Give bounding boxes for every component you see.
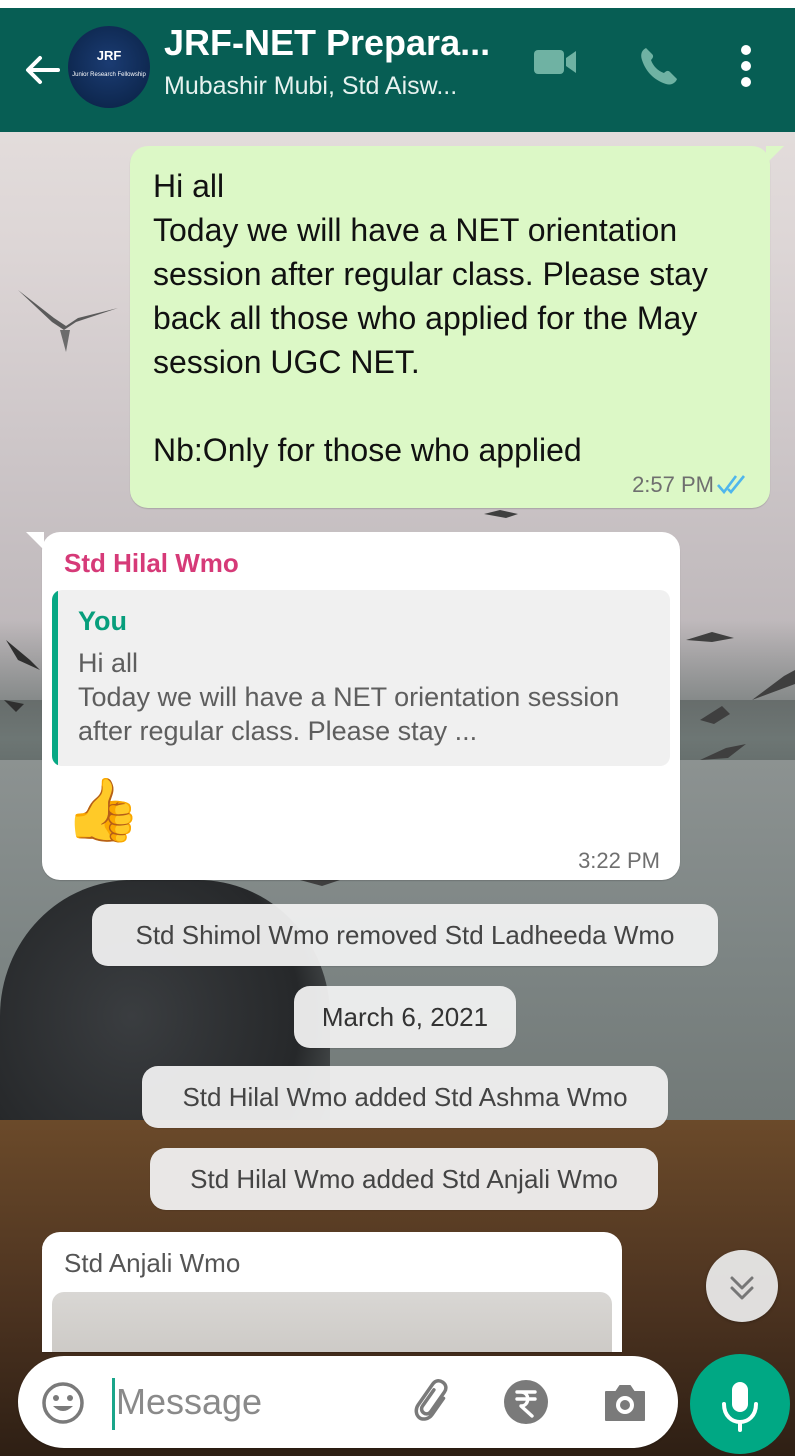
sender-name: Std Anjali Wmo [64,1248,241,1278]
image-thumbnail[interactable] [52,1292,612,1352]
message-time: 2:57 PM [632,472,714,497]
avatar-line2: Junior Research Fellowship [72,72,146,78]
system-message-added: Std Hilal Wmo added Std Ashma Wmo [142,1066,668,1128]
system-message-added: Std Hilal Wmo added Std Anjali Wmo [150,1148,658,1210]
chat-title: JRF-NET Prepara... [164,22,491,63]
quote-author: You [78,606,127,636]
read-double-tick-icon [717,475,746,495]
rupee-payment-icon[interactable] [502,1378,550,1426]
arrow-left-icon[interactable] [20,48,64,92]
quote-bar [52,590,58,766]
quote-text: Hi all Today we will have a NET orientat… [78,648,620,746]
mic-icon [722,1382,758,1432]
attach-icon[interactable] [410,1378,458,1426]
voice-call-icon[interactable] [636,44,680,88]
incoming-image-message[interactable]: Std Anjali Wmo [42,1232,622,1352]
message-text: Hi all Today we will have a NET orientat… [153,168,708,468]
avatar-line1: JRF [96,48,122,63]
more-vert-icon[interactable] [736,44,756,88]
message-input[interactable] [116,1376,386,1428]
camera-icon[interactable] [602,1380,648,1424]
incoming-message[interactable]: Std Hilal Wmo You Hi all Today we will h… [26,532,680,880]
bubble-tail [42,1232,44,1250]
text-caret [112,1378,115,1430]
group-avatar[interactable]: JRF Junior Research Fellowship [68,26,150,108]
quoted-message[interactable]: You Hi all Today we will have a NET orie… [52,590,670,766]
scroll-to-bottom-button[interactable] [706,1250,778,1322]
emoji-icon[interactable] [40,1380,86,1426]
system-message-removed: Std Shimol Wmo removed Std Ladheeda Wmo [92,904,718,966]
chevron-double-down-icon [730,1276,754,1300]
voice-message-button[interactable] [690,1354,790,1454]
video-call-icon[interactable] [532,44,578,80]
message-composer [18,1356,678,1448]
chat-header: JRF Junior Research Fellowship JRF-NET P… [0,0,795,132]
bubble-tail [766,146,784,164]
outgoing-message[interactable]: Hi all Today we will have a NET orientat… [130,146,784,508]
status-bar-strip [0,0,795,8]
thumbs-up-emoji: 👍 [64,776,142,845]
chat-title-area[interactable]: JRF-NET Prepara... Mubashir Mubi, Std Ai… [164,22,514,101]
chat-participants: Mubashir Mubi, Std Aisw... [164,72,458,100]
sender-name: Std Hilal Wmo [64,548,239,578]
date-separator: March 6, 2021 [294,986,516,1048]
bubble-tail [26,532,44,550]
message-time: 3:22 PM [578,848,660,873]
